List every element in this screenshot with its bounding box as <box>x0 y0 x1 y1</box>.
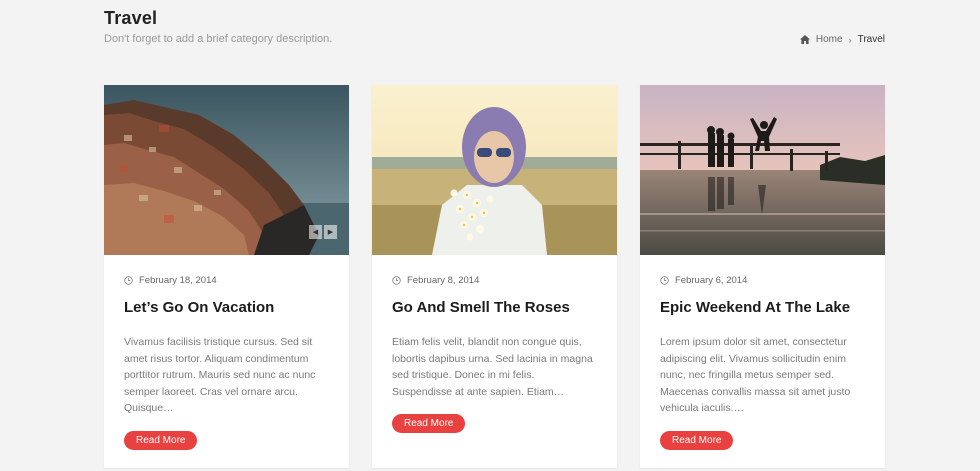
breadcrumb-home-link[interactable]: Home <box>816 34 843 45</box>
post-date-text: February 6, 2014 <box>675 275 748 286</box>
read-more-button[interactable]: Read More <box>124 430 198 450</box>
post-body: February 8, 2014 Go And Smell The Roses … <box>372 255 617 457</box>
breadcrumb: Home › Travel <box>799 34 885 45</box>
post-excerpt: Etiam felis velit, blandit non congue qu… <box>392 336 593 398</box>
girl-flowers-photo <box>372 85 617 255</box>
post-image-lake[interactable] <box>640 85 885 255</box>
post-image-roses[interactable] <box>372 85 617 255</box>
breadcrumb-current: Travel <box>857 34 885 45</box>
post-date: February 18, 2014 <box>124 275 329 286</box>
home-icon <box>799 35 810 44</box>
slider-next-button[interactable]: ▶ <box>324 225 337 239</box>
post-card: ◀ ▶ February 18, 2014 Let’s Go On Vacati… <box>104 85 349 468</box>
post-date: February 8, 2014 <box>392 275 597 286</box>
read-more-button[interactable]: Read More <box>660 430 734 450</box>
post-excerpt: Lorem ipsum dolor sit amet, consectetur … <box>660 336 851 414</box>
clock-icon <box>392 276 401 285</box>
post-excerpt: Vivamus facilisis tristique cursus. Sed … <box>124 336 316 414</box>
read-more-button[interactable]: Read More <box>392 414 466 433</box>
page-header: Travel Don't forget to add a brief categ… <box>104 8 332 45</box>
post-date: February 6, 2014 <box>660 275 865 286</box>
clock-icon <box>660 276 669 285</box>
slider-prev-button[interactable]: ◀ <box>309 225 322 239</box>
post-title[interactable]: Let’s Go On Vacation <box>124 299 329 316</box>
lake-jump-photo <box>640 85 885 255</box>
slider-controls: ◀ ▶ <box>309 225 337 239</box>
post-card: February 6, 2014 Epic Weekend At The Lak… <box>640 85 885 468</box>
post-image-vacation[interactable]: ◀ ▶ <box>104 85 349 255</box>
post-card: February 8, 2014 Go And Smell The Roses … <box>372 85 617 468</box>
post-title[interactable]: Epic Weekend At The Lake <box>660 299 865 316</box>
breadcrumb-separator: › <box>848 34 852 45</box>
category-description: Don't forget to add a brief category des… <box>104 33 333 45</box>
page-title: Travel <box>104 8 158 28</box>
post-grid: ◀ ▶ February 18, 2014 Let’s Go On Vacati… <box>104 85 885 468</box>
post-date-text: February 8, 2014 <box>407 275 480 286</box>
post-body: February 18, 2014 Let’s Go On Vacation V… <box>104 255 349 468</box>
post-date-text: February 18, 2014 <box>139 275 217 286</box>
post-body: February 6, 2014 Epic Weekend At The Lak… <box>640 255 885 468</box>
clock-icon <box>124 276 133 285</box>
post-title[interactable]: Go And Smell The Roses <box>392 299 597 316</box>
